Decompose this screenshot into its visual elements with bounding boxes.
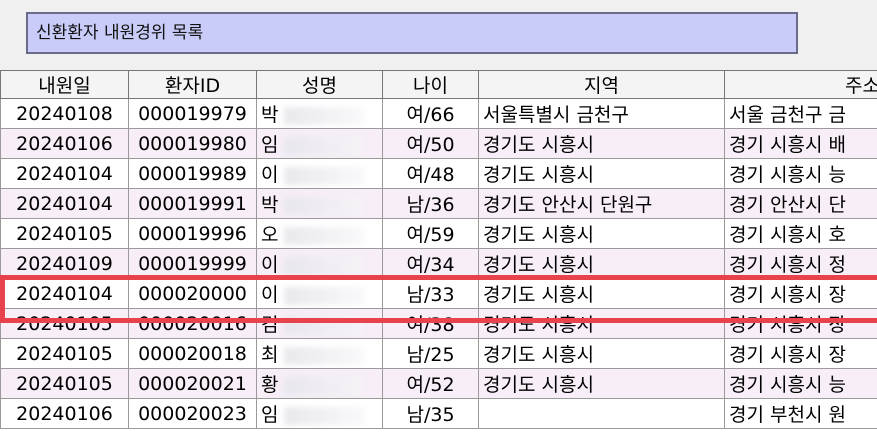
table-row[interactable]: 20240106 000020023 임 남/35 경기 부천시 원 bbox=[0, 398, 877, 429]
cell-date: 20240108 bbox=[0, 98, 129, 129]
cell-patient-id: 000020018 bbox=[128, 338, 257, 369]
cell-date: 20240106 bbox=[0, 128, 129, 159]
table-row[interactable]: 20240105 000020016 김 여/38 경기도 시흥시 경기 시흥시 장 bbox=[0, 308, 877, 339]
table-row[interactable]: 20240109 000019999 이 여/34 경기도 시흥시 경기 시흥시 정 bbox=[0, 248, 877, 279]
cell-age: 남/25 bbox=[382, 338, 479, 369]
cell-name: 오 bbox=[256, 218, 383, 249]
cell-address: 경기 시흥시 장 bbox=[724, 338, 877, 369]
cell-age: 여/66 bbox=[382, 98, 479, 129]
cell-address: 경기 시흥시 능 bbox=[724, 368, 877, 399]
cell-age: 남/35 bbox=[382, 398, 479, 429]
cell-age: 여/50 bbox=[382, 128, 479, 159]
col-header-region[interactable]: 지역 bbox=[478, 70, 725, 99]
cell-address: 서울 금천구 금 bbox=[724, 98, 877, 129]
name-redaction bbox=[284, 256, 365, 275]
cell-name: 김 bbox=[256, 308, 383, 339]
cell-region: 경기도 시흥시 bbox=[478, 128, 725, 159]
table-row[interactable]: 20240106 000019980 임 여/50 경기도 시흥시 경기 시흥시 배 bbox=[0, 128, 877, 159]
cell-region: 서울특별시 금천구 bbox=[478, 98, 725, 129]
cell-name: 이 bbox=[256, 158, 383, 189]
cell-date: 20240106 bbox=[0, 398, 129, 429]
col-header-date[interactable]: 내원일 bbox=[0, 70, 129, 99]
cell-address: 경기 시흥시 장 bbox=[724, 278, 877, 309]
cell-region: 경기도 시흥시 bbox=[478, 218, 725, 249]
cell-region: 경기도 시흥시 bbox=[478, 308, 725, 339]
cell-region: 경기도 시흥시 bbox=[478, 248, 725, 279]
name-redaction bbox=[284, 286, 365, 305]
cell-region: 경기도 안산시 단원구 bbox=[478, 188, 725, 219]
table-row[interactable]: 20240108 000019979 박 여/66 서울특별시 금천구 서울 금천구 금 bbox=[0, 98, 877, 129]
header-row: 내원일 환자ID 성명 나이 지역 주소 bbox=[0, 70, 877, 99]
cell-name: 이 bbox=[256, 278, 383, 309]
cell-age: 여/48 bbox=[382, 158, 479, 189]
table-row[interactable]: 20240105 000020021 황 여/52 경기도 시흥시 경기 시흥시 능 bbox=[0, 368, 877, 399]
cell-name: 이 bbox=[256, 248, 383, 279]
cell-patient-id: 000019991 bbox=[128, 188, 257, 219]
cell-address: 경기 부천시 원 bbox=[724, 398, 877, 429]
cell-patient-id: 000020016 bbox=[128, 308, 257, 339]
cell-date: 20240109 bbox=[0, 248, 129, 279]
cell-patient-id: 000019996 bbox=[128, 218, 257, 249]
cell-address: 경기 시흥시 장 bbox=[724, 308, 877, 339]
col-header-name[interactable]: 성명 bbox=[256, 70, 383, 99]
cell-age: 여/34 bbox=[382, 248, 479, 279]
col-header-id[interactable]: 환자ID bbox=[128, 70, 257, 99]
cell-date: 20240104 bbox=[0, 278, 129, 309]
cell-age: 남/33 bbox=[382, 278, 479, 309]
cell-date: 20240105 bbox=[0, 338, 129, 369]
col-header-address[interactable]: 주소 bbox=[724, 70, 877, 99]
cell-patient-id: 000020021 bbox=[128, 368, 257, 399]
cell-address: 경기 시흥시 호 bbox=[724, 218, 877, 249]
name-redaction bbox=[284, 406, 365, 425]
cell-name: 박 bbox=[256, 98, 383, 129]
cell-name: 임 bbox=[256, 398, 383, 429]
name-redaction bbox=[284, 136, 365, 155]
cell-name: 황 bbox=[256, 368, 383, 399]
cell-region bbox=[478, 398, 725, 429]
cell-date: 20240105 bbox=[0, 308, 129, 339]
cell-address: 경기 시흥시 능 bbox=[724, 158, 877, 189]
name-redaction bbox=[284, 316, 365, 335]
cell-patient-id: 000019979 bbox=[128, 98, 257, 129]
cell-date: 20240104 bbox=[0, 158, 129, 189]
cell-age: 여/59 bbox=[382, 218, 479, 249]
cell-address: 경기 안산시 단 bbox=[724, 188, 877, 219]
cell-address: 경기 시흥시 정 bbox=[724, 248, 877, 279]
cell-patient-id: 000019980 bbox=[128, 128, 257, 159]
cell-patient-id: 000019999 bbox=[128, 248, 257, 279]
table-row[interactable]: 20240104 000019991 박 남/36 경기도 안산시 단원구 경기 안산시 … bbox=[0, 188, 877, 219]
cell-patient-id: 000020023 bbox=[128, 398, 257, 429]
cell-region: 경기도 시흥시 bbox=[478, 368, 725, 399]
cell-region: 경기도 시흥시 bbox=[478, 338, 725, 369]
cell-name: 박 bbox=[256, 188, 383, 219]
col-header-age[interactable]: 나이 bbox=[382, 70, 479, 99]
name-redaction bbox=[284, 166, 365, 185]
table-row[interactable]: 20240104 000019989 이 여/48 경기도 시흥시 경기 시흥시 능 bbox=[0, 158, 877, 189]
name-redaction bbox=[284, 106, 365, 125]
cell-date: 20240104 bbox=[0, 188, 129, 219]
cell-region: 경기도 시흥시 bbox=[478, 158, 725, 189]
cell-date: 20240105 bbox=[0, 218, 129, 249]
cell-region: 경기도 시흥시 bbox=[478, 278, 725, 309]
table-row[interactable]: 20240104 000020000 이 남/33 경기도 시흥시 경기 시흥시 장 bbox=[0, 278, 877, 309]
cell-name: 임 bbox=[256, 128, 383, 159]
table-row[interactable]: 20240105 000019996 오 여/59 경기도 시흥시 경기 시흥시 호 bbox=[0, 218, 877, 249]
cell-age: 남/36 bbox=[382, 188, 479, 219]
cell-patient-id: 000020000 bbox=[128, 278, 257, 309]
cell-date: 20240105 bbox=[0, 368, 129, 399]
name-redaction bbox=[284, 376, 365, 395]
list-title: 신환환자 내원경위 목록 bbox=[26, 12, 798, 54]
name-redaction bbox=[284, 346, 365, 365]
cell-age: 여/52 bbox=[382, 368, 479, 399]
table-row[interactable]: 20240105 000020018 최 남/25 경기도 시흥시 경기 시흥시 장 bbox=[0, 338, 877, 369]
patient-grid[interactable]: 내원일 환자ID 성명 나이 지역 주소 20240108 000019979 박 여… bbox=[0, 70, 877, 441]
name-redaction bbox=[284, 226, 365, 245]
cell-address: 경기 시흥시 배 bbox=[724, 128, 877, 159]
name-redaction bbox=[284, 196, 365, 215]
cell-name: 최 bbox=[256, 338, 383, 369]
cell-patient-id: 000019989 bbox=[128, 158, 257, 189]
patient-table: 내원일 환자ID 성명 나이 지역 주소 20240108 000019979 박 여… bbox=[0, 70, 877, 429]
cell-age: 여/38 bbox=[382, 308, 479, 339]
